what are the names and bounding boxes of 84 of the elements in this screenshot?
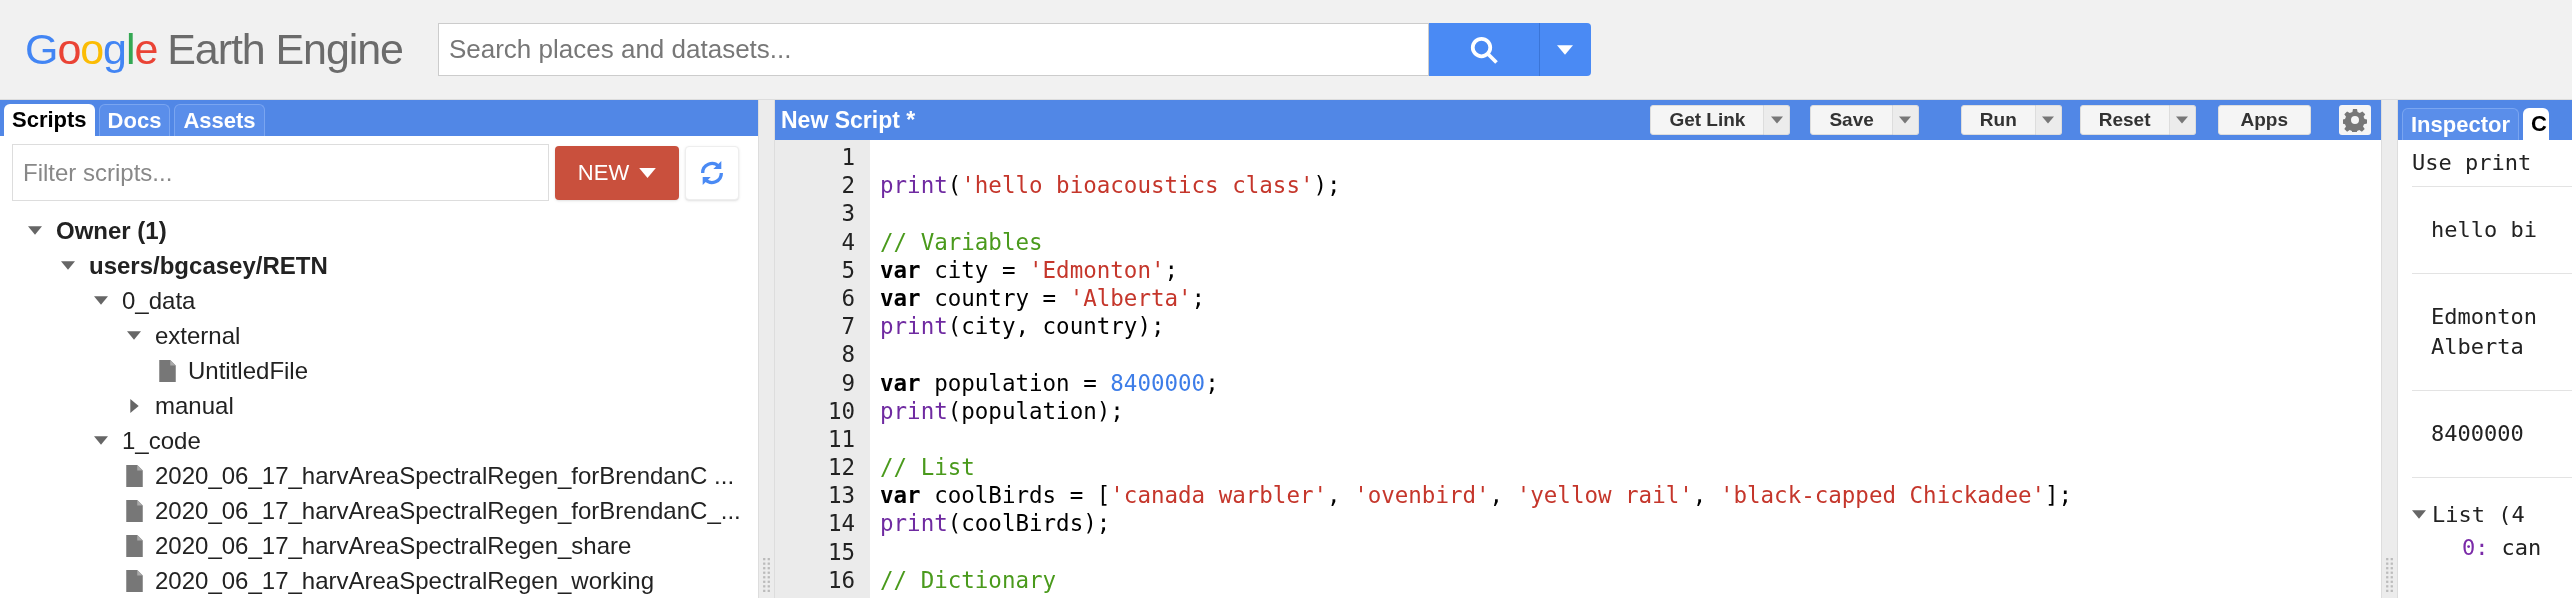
line-number: 4 [840, 227, 855, 256]
line-number: 14 [826, 509, 855, 538]
console-output: 8400000 [2431, 420, 2525, 448]
folder-label[interactable]: external [155, 317, 241, 354]
collapse-arrow-icon[interactable] [28, 226, 42, 235]
tab[interactable]: Scripts [4, 104, 95, 136]
line-number: 3 [840, 199, 855, 228]
search-button[interactable] [1428, 23, 1539, 76]
line-number: 9 [840, 368, 855, 397]
expand-arrow-icon[interactable] [129, 398, 139, 413]
folder-label[interactable]: Owner (1) [56, 212, 167, 249]
file-icon [158, 359, 176, 382]
search-field[interactable]: Search places and datasets... [437, 23, 1429, 76]
caret-icon [639, 167, 657, 178]
grip-icon[interactable] [763, 558, 770, 592]
code-line[interactable]: print(coolBirds); [880, 509, 1111, 538]
console-output: Alberta [2431, 333, 2525, 361]
line-number: 16 [826, 565, 855, 594]
toolbar-button[interactable]: Save [1810, 105, 1893, 135]
code-line[interactable]: print('hello bioacoustics class'); [880, 171, 1341, 200]
code-line[interactable]: var country = 'Alberta'; [880, 283, 1206, 313]
script-file[interactable]: 2020_06_17_harvAreaSpectralRegen_forBrendanC ... [155, 457, 735, 494]
file-icon [125, 569, 143, 592]
list-index: 0: [2462, 534, 2489, 562]
caret-icon [1899, 116, 1912, 124]
file-icon [125, 534, 143, 557]
collapse-arrow-icon[interactable] [127, 331, 141, 340]
folder-label[interactable]: manual [155, 387, 234, 424]
collapse-arrow-icon[interactable] [94, 436, 108, 445]
search-icon [1468, 34, 1499, 65]
console-output: hello bi [2431, 216, 2538, 244]
caret-icon [2042, 116, 2055, 124]
code-line[interactable]: // Dictionary [880, 565, 1057, 594]
collapse-arrow-icon[interactable] [94, 296, 108, 305]
line-number: 5 [840, 255, 855, 284]
line-number: 8 [840, 340, 855, 369]
console-hint: Use print [2412, 149, 2533, 177]
line-number: 6 [840, 283, 855, 313]
refresh-button[interactable] [685, 145, 739, 200]
console-output: can [2501, 534, 2542, 562]
dropdown-button[interactable] [1538, 23, 1591, 76]
line-number: 13 [826, 481, 855, 510]
code-line[interactable]: // List [880, 453, 975, 482]
settings-button[interactable] [2339, 105, 2371, 135]
code-line[interactable]: print(city, country); [880, 312, 1165, 341]
new-button[interactable]: NEW [555, 145, 679, 200]
collapse-arrow-icon[interactable] [2412, 510, 2426, 519]
code-line[interactable]: print(population); [880, 396, 1124, 425]
toolbar-button[interactable]: Apps [2217, 105, 2311, 135]
line-number: 7 [840, 312, 855, 341]
filter-field[interactable]: Filter scripts... [12, 144, 549, 201]
folder-label[interactable]: 0_data [122, 282, 196, 319]
toolbar-button[interactable]: Reset [2079, 105, 2170, 135]
line-number: 11 [826, 424, 855, 454]
caret-icon [2176, 116, 2188, 124]
line-number: 10 [826, 396, 855, 425]
settings-icon [2343, 108, 2367, 132]
logo-wordmark: Google Earth Engine [25, 24, 403, 76]
code-line[interactable]: var city = 'Edmonton'; [880, 255, 1179, 284]
line-number: 12 [826, 453, 855, 482]
code-line[interactable]: var population = 8400000; [880, 368, 1219, 397]
script-file[interactable]: 2020_06_17_harvAreaSpectralRegen_share [155, 527, 632, 564]
code-line[interactable]: // Variables [880, 227, 1043, 256]
toolbar-button[interactable]: Run [1960, 105, 2036, 135]
grip-icon[interactable] [2386, 558, 2393, 592]
line-number: 15 [826, 537, 855, 566]
tab[interactable]: C [2523, 108, 2549, 140]
folder-label[interactable]: 1_code [122, 422, 201, 459]
caret-icon [1557, 44, 1574, 55]
folder-label[interactable]: users/bgcasey/RETN [89, 247, 328, 284]
file-icon [125, 464, 143, 487]
collapse-arrow-icon[interactable] [61, 261, 75, 270]
caret-icon [1770, 116, 1783, 124]
line-number: 1 [840, 143, 855, 172]
script-file[interactable]: 2020_06_17_harvAreaSpectralRegen_forBrendanC_... [155, 492, 741, 529]
script-file[interactable]: 2020_06_17_harvAreaSpectralRegen_working [155, 562, 655, 598]
console-output: List (4 [2432, 501, 2525, 529]
file-icon [125, 499, 143, 522]
console-output: Edmonton [2431, 303, 2538, 331]
toolbar-button[interactable]: Get Link [1650, 105, 1765, 135]
code-line[interactable]: var coolBirds = ['canada warbler', 'ovenbird', 'yellow rail', 'black-capped Chickadee']; [880, 481, 2073, 510]
line-number: 2 [840, 171, 855, 200]
script-file[interactable]: UntitledFile [188, 352, 309, 389]
script-title: New Script * [781, 105, 916, 135]
